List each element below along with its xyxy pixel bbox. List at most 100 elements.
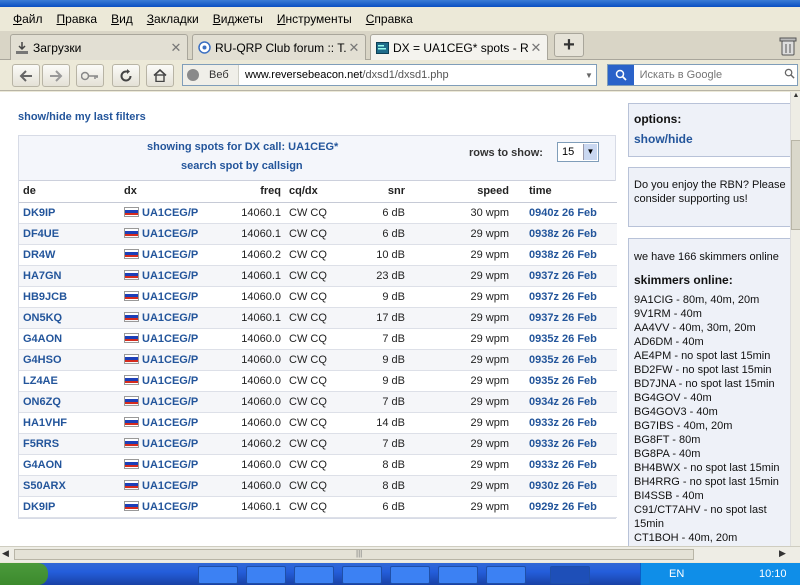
scroll-thumb[interactable] bbox=[791, 140, 800, 230]
close-icon[interactable]: ✕ bbox=[529, 41, 543, 55]
dx-call-link[interactable]: UA1CEG/P bbox=[120, 412, 223, 434]
vertical-scrollbar[interactable]: ▲ bbox=[790, 92, 800, 546]
new-tab-button[interactable]: + bbox=[554, 33, 584, 57]
dx-call-link[interactable]: UA1CEG/P bbox=[120, 202, 223, 224]
close-icon[interactable]: ✕ bbox=[169, 41, 183, 55]
showing-spots-link[interactable]: showing spots for DX call: UA1CEG* bbox=[147, 141, 338, 153]
spotter-link-text[interactable]: G4AON bbox=[23, 459, 62, 471]
spotter-link[interactable]: S50ARX bbox=[19, 475, 120, 497]
spotter-link-text[interactable]: G4AON bbox=[23, 333, 62, 345]
spotter-link[interactable]: DR4W bbox=[19, 244, 120, 266]
dx-call-text[interactable]: UA1CEG/P bbox=[142, 354, 198, 366]
key-button[interactable] bbox=[76, 64, 104, 87]
time-link[interactable]: 0937z 26 Feb bbox=[513, 307, 617, 329]
tab-rbn-spots[interactable]: DX = UA1CEG* spots - R... ✕ bbox=[370, 34, 548, 61]
dx-call-link[interactable]: UA1CEG/P bbox=[120, 349, 223, 371]
taskbar-item[interactable] bbox=[294, 566, 334, 584]
tab-forum[interactable]: RU-QRP Club forum :: T... ✕ bbox=[192, 34, 366, 60]
menu-help[interactable]: Справка bbox=[359, 12, 420, 26]
time-link-text[interactable]: 0937z 26 Feb bbox=[529, 312, 597, 324]
search-icon[interactable] bbox=[782, 68, 797, 82]
dx-call-text[interactable]: UA1CEG/P bbox=[142, 207, 198, 219]
taskbar-item[interactable] bbox=[342, 566, 382, 584]
horizontal-scrollbar[interactable]: ◀ ||| ▶ bbox=[0, 546, 800, 562]
time-link-text[interactable]: 0937z 26 Feb bbox=[529, 270, 597, 282]
reload-button[interactable] bbox=[112, 64, 140, 87]
trash-icon[interactable] bbox=[779, 36, 797, 56]
spotter-link-text[interactable]: DK9IP bbox=[23, 501, 55, 513]
time-link-text[interactable]: 0934z 26 Feb bbox=[529, 396, 597, 408]
dx-call-link[interactable]: UA1CEG/P bbox=[120, 475, 223, 497]
dx-call-link[interactable]: UA1CEG/P bbox=[120, 391, 223, 413]
spotter-link-text[interactable]: ON5KQ bbox=[23, 312, 62, 324]
spotter-link[interactable]: G4HSO bbox=[19, 349, 120, 371]
dx-call-link[interactable]: UA1CEG/P bbox=[120, 370, 223, 392]
time-link-text[interactable]: 0937z 26 Feb bbox=[529, 291, 597, 303]
dx-call-link[interactable]: UA1CEG/P bbox=[120, 307, 223, 329]
dx-call-text[interactable]: UA1CEG/P bbox=[142, 249, 198, 261]
spotter-link[interactable]: DK9IP bbox=[19, 496, 120, 518]
spotter-link[interactable]: G4AON bbox=[19, 328, 120, 350]
search-spot-link[interactable]: search spot by callsign bbox=[181, 160, 303, 172]
time-link-text[interactable]: 0933z 26 Feb bbox=[529, 459, 597, 471]
close-icon[interactable]: ✕ bbox=[347, 41, 361, 55]
address-bar[interactable]: Веб www.reversebeacon.net/dxsd1/dxsd1.ph… bbox=[182, 64, 597, 86]
rows-select[interactable]: 15 ▼ bbox=[557, 142, 599, 162]
dx-call-text[interactable]: UA1CEG/P bbox=[142, 396, 198, 408]
forward-button[interactable] bbox=[42, 64, 70, 87]
time-link-text[interactable]: 0930z 26 Feb bbox=[529, 480, 597, 492]
spotter-link-text[interactable]: S50ARX bbox=[23, 480, 66, 492]
time-link[interactable]: 0938z 26 Feb bbox=[513, 244, 617, 266]
start-button[interactable] bbox=[0, 563, 48, 585]
time-link[interactable]: 0933z 26 Feb bbox=[513, 412, 617, 434]
time-link-text[interactable]: 0938z 26 Feb bbox=[529, 228, 597, 240]
taskbar-item-active[interactable] bbox=[550, 566, 590, 584]
time-link[interactable]: 0929z 26 Feb bbox=[513, 496, 617, 518]
dx-call-text[interactable]: UA1CEG/P bbox=[142, 417, 198, 429]
dx-call-text[interactable]: UA1CEG/P bbox=[142, 480, 198, 492]
dx-call-link[interactable]: UA1CEG/P bbox=[120, 328, 223, 350]
web-search-box[interactable] bbox=[607, 64, 798, 86]
filters-toggle-link[interactable]: show/hide my last filters bbox=[18, 111, 146, 123]
menu-widgets[interactable]: Виджеты bbox=[206, 12, 270, 26]
taskbar-item[interactable] bbox=[390, 566, 430, 584]
time-link-text[interactable]: 0933z 26 Feb bbox=[529, 438, 597, 450]
dx-call-link[interactable]: UA1CEG/P bbox=[120, 223, 223, 245]
menu-edit[interactable]: Правка bbox=[50, 12, 105, 26]
dx-call-link[interactable]: UA1CEG/P bbox=[120, 286, 223, 308]
time-link[interactable]: 0940z 26 Feb bbox=[513, 202, 617, 224]
dx-call-link[interactable]: UA1CEG/P bbox=[120, 244, 223, 266]
dx-call-text[interactable]: UA1CEG/P bbox=[142, 438, 198, 450]
dx-call-link[interactable]: UA1CEG/P bbox=[120, 496, 223, 518]
time-link-text[interactable]: 0938z 26 Feb bbox=[529, 249, 597, 261]
dx-call-link[interactable]: UA1CEG/P bbox=[120, 433, 223, 455]
url-text[interactable]: www.reversebeacon.net/dxsd1/dxsd1.php bbox=[239, 69, 582, 81]
scroll-thumb[interactable] bbox=[14, 549, 694, 560]
scroll-right-icon[interactable]: ▶ bbox=[779, 548, 786, 559]
search-engine-icon[interactable] bbox=[608, 65, 634, 85]
spotter-link[interactable]: HB9JCB bbox=[19, 286, 120, 308]
time-link-text[interactable]: 0935z 26 Feb bbox=[529, 354, 597, 366]
time-link[interactable]: 0935z 26 Feb bbox=[513, 370, 617, 392]
taskbar-item[interactable] bbox=[486, 566, 526, 584]
time-link-text[interactable]: 0929z 26 Feb bbox=[529, 501, 597, 513]
time-link[interactable]: 0937z 26 Feb bbox=[513, 286, 617, 308]
spotter-link[interactable]: HA1VHF bbox=[19, 412, 120, 434]
spotter-link-text[interactable]: HA7GN bbox=[23, 270, 62, 282]
dx-call-text[interactable]: UA1CEG/P bbox=[142, 312, 198, 324]
time-link[interactable]: 0937z 26 Feb bbox=[513, 265, 617, 287]
spotter-link-text[interactable]: G4HSO bbox=[23, 354, 62, 366]
dx-call-link[interactable]: UA1CEG/P bbox=[120, 265, 223, 287]
spotter-link-text[interactable]: LZ4AE bbox=[23, 375, 58, 387]
options-toggle-link[interactable]: show/hide bbox=[634, 132, 790, 146]
spotter-link-text[interactable]: DK9IP bbox=[23, 207, 55, 219]
taskbar-item[interactable] bbox=[246, 566, 286, 584]
back-button[interactable] bbox=[12, 64, 40, 87]
dx-call-text[interactable]: UA1CEG/P bbox=[142, 291, 198, 303]
spotter-link[interactable]: HA7GN bbox=[19, 265, 120, 287]
spotter-link-text[interactable]: HA1VHF bbox=[23, 417, 67, 429]
taskbar-item[interactable] bbox=[438, 566, 478, 584]
spotter-link[interactable]: G4AON bbox=[19, 454, 120, 476]
support-link[interactable]: Do you enjoy the RBN? Please consider su… bbox=[634, 178, 790, 206]
spotter-link[interactable]: ON6ZQ bbox=[19, 391, 120, 413]
